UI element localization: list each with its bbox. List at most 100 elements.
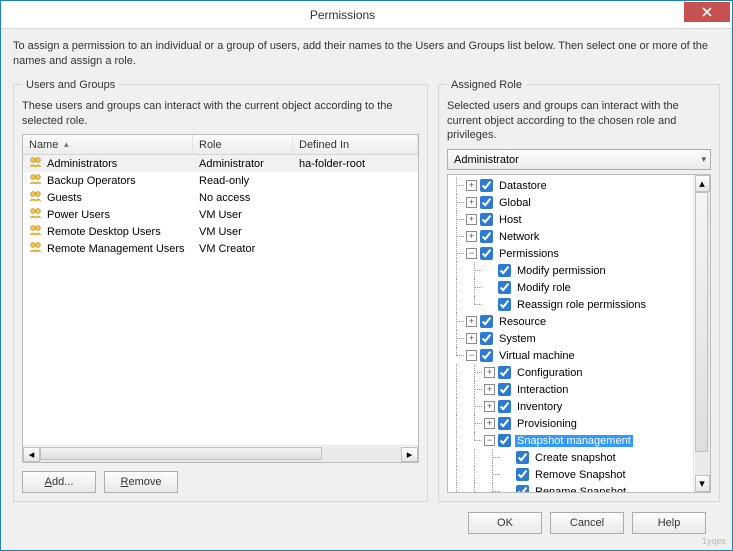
tree-label: Inventory: [515, 401, 564, 413]
expand-icon[interactable]: +: [484, 367, 495, 378]
cell-name: Backup Operators: [23, 173, 193, 188]
tree-node-reassign-role-permissions[interactable]: Reassign role permissions: [448, 296, 693, 313]
tree-checkbox[interactable]: [516, 451, 529, 464]
tree-node-datastore[interactable]: +Datastore: [448, 177, 693, 194]
cell-role: Administrator: [193, 158, 293, 170]
h-scroll-track[interactable]: [40, 447, 401, 462]
tree-node-global[interactable]: + Global: [448, 194, 693, 211]
tree-node-host[interactable]: +Host: [448, 211, 693, 228]
tree-checkbox[interactable]: [480, 332, 493, 345]
tree-checkbox[interactable]: [498, 383, 511, 396]
table-body: AdministratorsAdministratorha-folder-roo…: [23, 155, 418, 445]
collapse-icon[interactable]: −: [466, 350, 477, 361]
tree-checkbox[interactable]: [498, 366, 511, 379]
tree-node-vm-inventory[interactable]: + Inventory: [448, 398, 693, 415]
tree-label: Create snapshot: [533, 452, 618, 464]
scroll-left-button[interactable]: ◂: [23, 447, 40, 462]
h-scrollbar[interactable]: ◂ ▸: [23, 445, 418, 462]
table-row[interactable]: AdministratorsAdministratorha-folder-roo…: [23, 155, 418, 172]
tree-node-vm-snapshot-management[interactable]: − Snapshot management: [448, 432, 693, 449]
tree-node-vm-configuration[interactable]: + Configuration: [448, 364, 693, 381]
dialog-footer: OK Cancel Help: [13, 502, 720, 544]
ok-button[interactable]: OK: [468, 512, 542, 534]
tree-checkbox[interactable]: [516, 485, 529, 492]
collapse-icon[interactable]: −: [466, 248, 477, 259]
v-scroll-thumb[interactable]: [695, 192, 708, 452]
table-row[interactable]: GuestsNo access: [23, 189, 418, 206]
v-scrollbar[interactable]: ▴ ▾: [693, 175, 710, 492]
tree-node-vm-rename-snapshot[interactable]: Rename Snapshot: [448, 483, 693, 492]
table-row[interactable]: Remote Management UsersVM Creator: [23, 240, 418, 257]
expand-icon[interactable]: +: [466, 214, 477, 225]
watermark: 1yqes: [702, 536, 726, 546]
expand-icon[interactable]: +: [484, 418, 495, 429]
sort-asc-icon: ▲: [62, 140, 70, 149]
table-row[interactable]: Remote Desktop UsersVM User: [23, 223, 418, 240]
col-role[interactable]: Role: [193, 135, 293, 154]
tree-checkbox[interactable]: [480, 315, 493, 328]
expand-icon[interactable]: +: [466, 180, 477, 191]
tree-label: Snapshot management: [515, 435, 633, 447]
collapse-icon[interactable]: −: [484, 435, 495, 446]
cancel-button[interactable]: Cancel: [550, 512, 624, 534]
tree-node-vm-create-snapshot[interactable]: Create snapshot: [448, 449, 693, 466]
cell-defined-in: ha-folder-root: [293, 158, 418, 170]
table-row[interactable]: Power UsersVM User: [23, 206, 418, 223]
help-button[interactable]: Help: [632, 512, 706, 534]
tree-checkbox[interactable]: [480, 247, 493, 260]
tree-checkbox[interactable]: [498, 264, 511, 277]
tree-checkbox[interactable]: [480, 196, 493, 209]
tree-checkbox[interactable]: [480, 179, 493, 192]
tree-node-network[interactable]: +Network: [448, 228, 693, 245]
expand-icon[interactable]: +: [466, 197, 477, 208]
role-selected: Administrator: [454, 154, 519, 166]
tree-node-vm-interaction[interactable]: +Interaction: [448, 381, 693, 398]
tree-node-vm-remove-snapshot[interactable]: Remove Snapshot: [448, 466, 693, 483]
tree-checkbox[interactable]: [516, 468, 529, 481]
col-name[interactable]: Name ▲: [23, 135, 193, 154]
tree-checkbox[interactable]: [498, 281, 511, 294]
tree-checkbox[interactable]: [498, 434, 511, 447]
v-scroll-track[interactable]: [695, 192, 710, 475]
tree-checkbox[interactable]: [498, 400, 511, 413]
assigned-role-legend: Assigned Role: [447, 79, 526, 91]
scroll-up-button[interactable]: ▴: [695, 175, 710, 192]
scroll-right-button[interactable]: ▸: [401, 447, 418, 462]
group-icon: [29, 224, 43, 239]
expand-icon[interactable]: +: [466, 316, 477, 327]
assigned-role-desc: Selected users and groups can interact w…: [447, 99, 711, 144]
tree-label: Rename Snapshot: [533, 486, 628, 492]
tree-checkbox[interactable]: [498, 417, 511, 430]
tree-node-permissions[interactable]: −Permissions: [448, 245, 693, 262]
tree-node-modify-role[interactable]: Modify role: [448, 279, 693, 296]
tree-checkbox[interactable]: [480, 349, 493, 362]
col-defined-in[interactable]: Defined In: [293, 135, 418, 154]
cell-name: Guests: [23, 190, 193, 205]
group-icon: [29, 156, 43, 171]
remove-button[interactable]: Remove: [104, 471, 178, 493]
tree-node-system[interactable]: +System: [448, 330, 693, 347]
tree-node-resource[interactable]: +Resource: [448, 313, 693, 330]
window-title: Permissions: [1, 8, 684, 22]
users-groups-legend: Users and Groups: [22, 79, 119, 91]
tree-checkbox[interactable]: [480, 230, 493, 243]
table-row[interactable]: Backup OperatorsRead-only: [23, 172, 418, 189]
tree-label: Global: [497, 197, 533, 209]
tree-node-virtual-machine[interactable]: −Virtual machine: [448, 347, 693, 364]
tree-checkbox[interactable]: [480, 213, 493, 226]
expand-icon[interactable]: +: [484, 401, 495, 412]
expand-icon[interactable]: +: [466, 333, 477, 344]
expand-icon[interactable]: +: [484, 384, 495, 395]
tree-checkbox[interactable]: [498, 298, 511, 311]
add-button[interactable]: Add...: [22, 471, 96, 493]
h-scroll-thumb[interactable]: [40, 447, 322, 460]
role-combobox[interactable]: Administrator ▾: [447, 149, 711, 170]
close-icon: [702, 7, 712, 17]
expand-icon[interactable]: +: [466, 231, 477, 242]
close-button[interactable]: [684, 2, 730, 22]
tree-node-modify-permission[interactable]: Modify permission: [448, 262, 693, 279]
tree-node-vm-provisioning[interactable]: +Provisioning: [448, 415, 693, 432]
scroll-down-button[interactable]: ▾: [695, 475, 710, 492]
cell-role: VM User: [193, 209, 293, 221]
tree-label: Configuration: [515, 367, 584, 379]
